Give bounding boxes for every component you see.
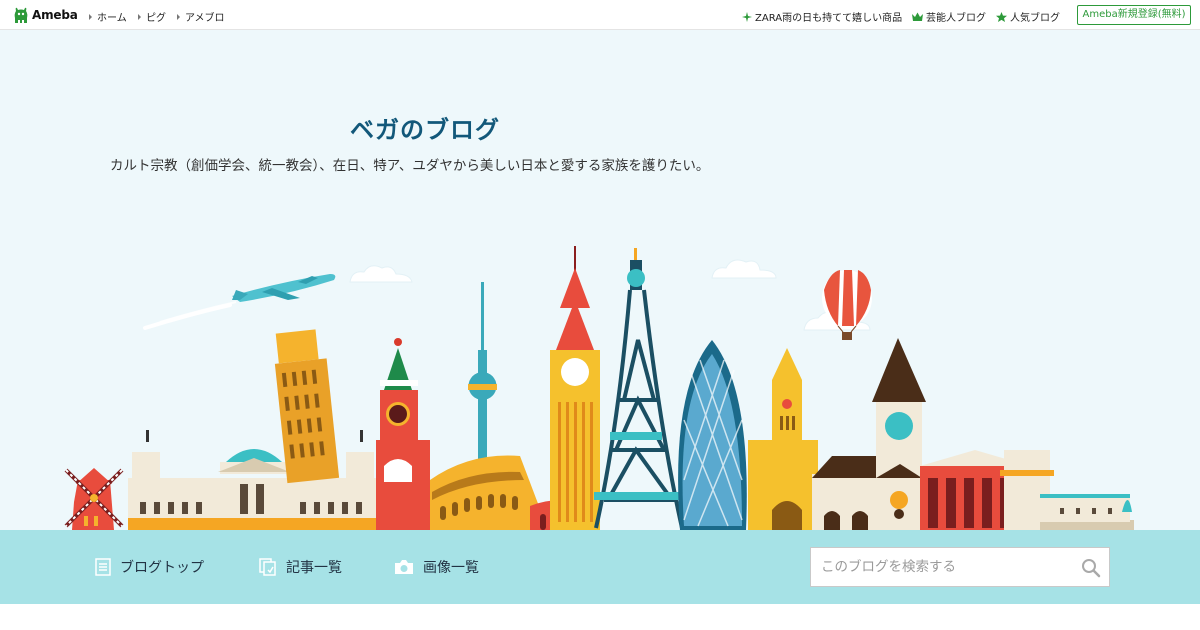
gherkin-landmark (678, 340, 747, 530)
blog-top-label: ブログトップ (120, 560, 204, 576)
triangle-right-icon (89, 14, 92, 20)
article-list-label: 記事一覧 (286, 560, 342, 576)
celebrity-blog-label: 芸能人ブログ (926, 13, 986, 24)
logo-text: Ameba (32, 8, 78, 22)
airplane-icon (232, 274, 336, 302)
celebrity-blog-link[interactable]: 芸能人ブログ (912, 9, 986, 24)
big-ben-landmark (550, 246, 600, 530)
image-list-label: 画像一覧 (423, 560, 479, 576)
blog-top-link[interactable]: ブログトップ (95, 558, 204, 576)
nav-ameblo-link[interactable]: アメブロ (177, 9, 225, 24)
popular-blog-label: 人気ブログ (1010, 13, 1060, 24)
nav-home-label: ホーム (97, 13, 127, 24)
register-button[interactable]: Ameba新規登録(無料) (1077, 5, 1191, 25)
article-list-link[interactable]: 記事一覧 (259, 558, 342, 576)
town-hall-landmark (812, 338, 926, 530)
nav-ameblo-label: アメブロ (185, 13, 225, 24)
search-icon[interactable] (1081, 558, 1101, 578)
nav-pigg-label: ピグ (146, 13, 166, 24)
reichstag-landmark (128, 430, 378, 530)
leaning-tower-landmark (274, 329, 340, 484)
blog-search-box (810, 547, 1110, 587)
crown-icon (912, 12, 923, 21)
plane-trail (143, 303, 232, 330)
nav-home-link[interactable]: ホーム (89, 9, 127, 24)
triangle-right-icon (138, 14, 141, 20)
document-icon (95, 558, 111, 576)
blog-header: ベガのブログ カルト宗教（創価学会、統一教会）、在日、特ア、ユダヤから美しい日本… (0, 30, 1200, 530)
articles-icon (259, 558, 276, 576)
ameba-mascot-icon (14, 7, 28, 23)
ameba-top-bar: Ameba ホーム ピグ アメブロ ZARA雨の日も持てて嬉しい商品 芸能人ブロ… (0, 0, 1200, 30)
cloud-icon (349, 259, 871, 331)
belem-tower-landmark (1000, 450, 1134, 530)
blog-description: カルト宗教（創価学会、統一教会）、在日、特ア、ユダヤから美しい日本と愛する家族を… (110, 158, 710, 174)
star-icon (996, 11, 1007, 22)
windmill-landmark (64, 468, 124, 530)
nav-pigg-link[interactable]: ピグ (138, 9, 166, 24)
zara-promo-link[interactable]: ZARA雨の日も持てて嬉しい商品 (742, 9, 902, 24)
world-landmarks-illustration (64, 246, 1134, 530)
triangle-right-icon (177, 14, 180, 20)
kremlin-tower-landmark (376, 338, 430, 530)
sparkle-icon (742, 11, 752, 22)
image-list-link[interactable]: 画像一覧 (394, 558, 479, 576)
ameba-logo[interactable]: Ameba (13, 6, 78, 24)
blog-search-input[interactable] (811, 548, 1071, 586)
page-content-area (0, 604, 1200, 630)
zara-promo-label: ZARA雨の日も持てて嬉しい商品 (755, 13, 903, 24)
blog-nav-bar: ブログトップ 記事一覧 画像一覧 (0, 530, 1200, 604)
gothic-tower-landmark (748, 348, 818, 530)
popular-blog-link[interactable]: 人気ブログ (996, 9, 1060, 24)
blog-title[interactable]: ベガのブログ (350, 110, 500, 145)
camera-icon (395, 560, 413, 574)
